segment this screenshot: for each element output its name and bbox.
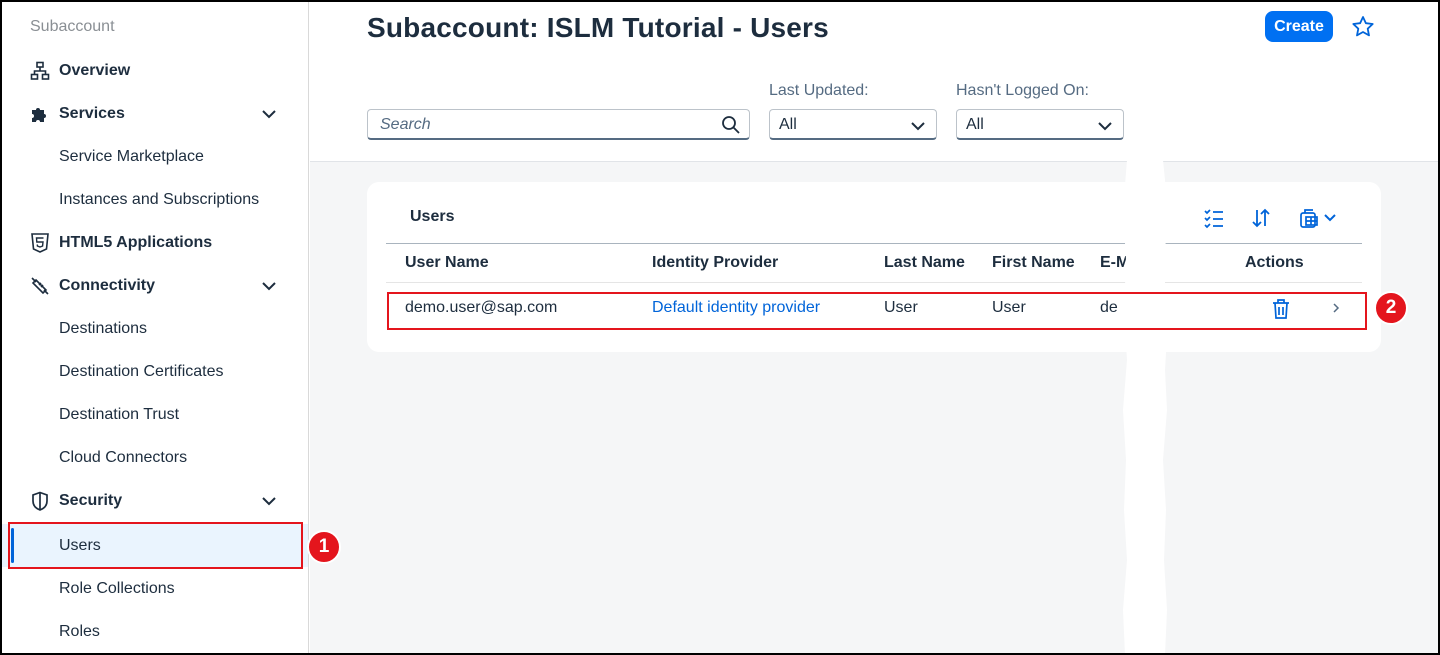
sidebar-item-destination-trust[interactable]: Destination Trust <box>0 393 308 436</box>
not-logged-on-value: All <box>966 116 984 133</box>
chevron-down-icon <box>911 122 925 131</box>
torn-edge-decoration <box>1123 160 1168 655</box>
sidebar-item-security[interactable]: Security <box>0 479 308 522</box>
sidebar-item-destination-certificates[interactable]: Destination Certificates <box>0 350 308 393</box>
step-badge-1: 1 <box>307 530 341 564</box>
last-updated-label: Last Updated: <box>769 82 869 99</box>
sidebar-item-label: Destination Certificates <box>59 362 224 380</box>
column-header-user-name[interactable]: User Name <box>405 254 489 272</box>
sidebar-item-overview[interactable]: Overview <box>0 49 308 92</box>
page-title: Subaccount: ISLM Tutorial - Users <box>367 12 829 43</box>
users-table-card: Users User Name Identity Provider Last N… <box>367 182 1381 352</box>
sort-icon[interactable] <box>1250 207 1272 229</box>
connectivity-icon <box>29 275 51 297</box>
page-header: Subaccount: ISLM Tutorial - Users Create… <box>310 0 1440 162</box>
sidebar-header: Subaccount <box>30 18 115 35</box>
puzzle-icon <box>29 103 51 125</box>
last-updated-select[interactable]: All <box>769 109 937 140</box>
sidebar-item-service-marketplace[interactable]: Service Marketplace <box>0 135 308 178</box>
column-header-actions: Actions <box>1245 254 1304 271</box>
sidebar-item-label: Destination Trust <box>59 405 180 423</box>
chevron-down-icon[interactable] <box>260 105 278 123</box>
chevron-down-icon[interactable] <box>260 492 278 510</box>
highlight-box-user-row <box>387 292 1367 330</box>
not-logged-on-label: Hasn't Logged On: <box>956 82 1089 99</box>
highlight-box-users <box>8 522 303 569</box>
step-badge-2: 2 <box>1374 291 1408 325</box>
sidebar-item-label: Role Collections <box>59 579 175 597</box>
sidebar-item-label: Destinations <box>59 319 148 337</box>
sidebar-item-connectivity[interactable]: Connectivity <box>0 264 308 307</box>
sidebar-item-role-collections[interactable]: Role Collections <box>0 567 308 610</box>
sidebar-item-label: HTML5 Applications <box>59 233 213 251</box>
last-updated-value: All <box>779 116 797 133</box>
sidebar-item-label: Overview <box>59 61 131 79</box>
sidebar-item-destinations[interactable]: Destinations <box>0 307 308 350</box>
column-header-identity-provider[interactable]: Identity Provider <box>652 254 778 272</box>
column-header-last-name[interactable]: Last Name <box>884 254 965 272</box>
chevron-down-icon <box>1098 122 1112 131</box>
table-title: Users <box>410 208 455 225</box>
sidebar-item-label: Instances and Subscriptions <box>59 190 260 208</box>
chevron-down-icon[interactable] <box>260 277 278 295</box>
search-input[interactable]: Search <box>367 109 750 140</box>
search-icon[interactable] <box>721 115 741 135</box>
multi-select-icon[interactable] <box>1203 207 1225 229</box>
not-logged-on-select[interactable]: All <box>956 109 1124 140</box>
sidebar-item-services[interactable]: Services <box>0 92 308 135</box>
sidebar-item-label: Roles <box>59 622 100 640</box>
html5-icon <box>29 232 51 254</box>
sidebar-item-label: Security <box>59 491 123 509</box>
sidebar-item-html5[interactable]: HTML5 Applications <box>0 221 308 264</box>
table-header-divider <box>386 243 1362 244</box>
sidebar-item-label: Services <box>59 104 125 122</box>
shield-icon <box>29 490 51 512</box>
sidebar-item-label: Cloud Connectors <box>59 448 188 466</box>
column-header-first-name[interactable]: First Name <box>992 254 1075 272</box>
search-placeholder: Search <box>380 116 431 133</box>
sidebar-item-roles[interactable]: Roles <box>0 610 308 653</box>
table-row-divider <box>386 282 1362 283</box>
hierarchy-icon <box>29 60 51 82</box>
create-button[interactable]: Create <box>1265 11 1333 42</box>
star-icon[interactable] <box>1350 14 1376 40</box>
sidebar-item-label: Service Marketplace <box>59 147 204 165</box>
sidebar-item-instances[interactable]: Instances and Subscriptions <box>0 178 308 221</box>
sidebar-item-cloud-connectors[interactable]: Cloud Connectors <box>0 436 308 479</box>
sidebar-item-label: Connectivity <box>59 276 156 294</box>
main-content: Subaccount: ISLM Tutorial - Users Create… <box>310 0 1440 655</box>
export-icon[interactable] <box>1299 207 1339 229</box>
